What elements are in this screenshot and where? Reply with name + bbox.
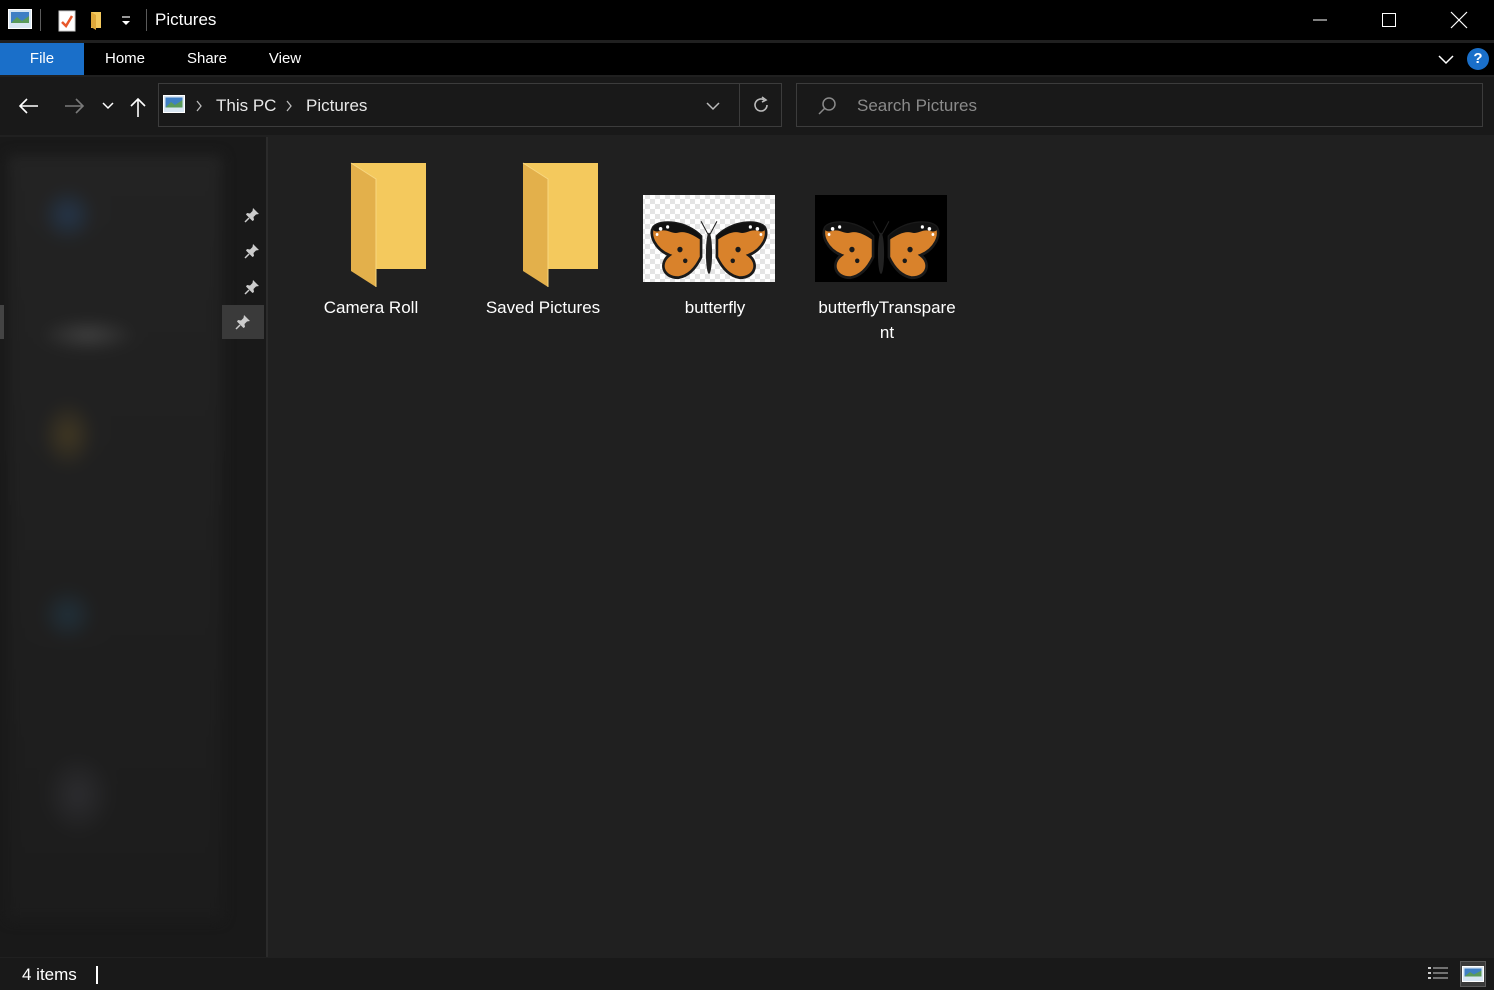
tab-share[interactable]: Share <box>175 43 239 75</box>
item-label: Camera Roll <box>323 298 419 317</box>
chevron-down-icon <box>102 102 114 110</box>
details-view-icon <box>1428 967 1448 979</box>
tab-view[interactable]: View <box>256 43 314 75</box>
details-view-button[interactable] <box>1425 961 1451 987</box>
minimize-button[interactable] <box>1285 0 1355 40</box>
toolbar-separator <box>146 9 147 31</box>
pin-icon[interactable] <box>240 275 264 299</box>
item-label: Saved Pictures <box>485 298 601 317</box>
pictures-app-icon[interactable] <box>8 9 32 29</box>
customize-dropdown-icon[interactable] <box>120 14 132 28</box>
address-divider <box>739 84 740 126</box>
new-folder-icon[interactable] <box>89 10 107 30</box>
tab-file[interactable]: File <box>0 43 84 75</box>
butterfly-thumbnail <box>812 159 962 287</box>
breadcrumb-this-pc[interactable]: This PC <box>216 96 276 116</box>
file-list[interactable]: Camera Roll Saved Pictures butterfly but… <box>268 137 1494 957</box>
minimize-icon <box>1313 19 1327 21</box>
forward-button[interactable] <box>59 93 89 119</box>
search-input[interactable]: Search Pictures <box>857 96 977 116</box>
recent-locations-button[interactable] <box>98 95 118 117</box>
file-item-butterfly-transparent[interactable]: butterflyTransparent <box>812 159 962 345</box>
pictures-location-icon <box>163 95 185 113</box>
ribbon-tabs: File Home Share View ? <box>0 43 1494 75</box>
pin-icon[interactable] <box>240 203 264 227</box>
refresh-button[interactable] <box>751 95 771 115</box>
breadcrumb-separator-icon[interactable] <box>285 100 293 112</box>
close-button[interactable] <box>1424 0 1494 40</box>
status-bar: 4 items <box>0 958 1494 990</box>
nav-selection-indicator <box>0 305 4 339</box>
title-bar: Pictures <box>0 0 1494 40</box>
window-title: Pictures <box>155 10 217 29</box>
pin-icon[interactable] <box>240 239 264 263</box>
breadcrumb-pictures[interactable]: Pictures <box>306 96 367 116</box>
large-icons-view-button[interactable] <box>1460 961 1486 987</box>
folder-icon <box>296 159 446 287</box>
address-history-button[interactable] <box>705 100 721 112</box>
search-icon <box>817 96 837 116</box>
expand-ribbon-button[interactable] <box>1436 51 1456 67</box>
large-icons-view-icon <box>1462 966 1484 982</box>
pin-icon[interactable] <box>222 305 264 339</box>
status-separator <box>96 966 98 984</box>
folder-item-camera-roll[interactable]: Camera Roll <box>296 159 446 320</box>
up-button[interactable] <box>127 93 149 121</box>
search-box[interactable]: Search Pictures <box>796 83 1483 127</box>
item-label: butterfly <box>684 298 746 317</box>
chevron-down-icon <box>1438 55 1454 65</box>
navigation-bar: This PC Pictures Search Pictures <box>0 77 1494 135</box>
item-label: butterflyTransparent <box>818 298 956 342</box>
navigation-pane[interactable] <box>0 137 266 957</box>
breadcrumb-separator-icon[interactable] <box>195 100 203 112</box>
item-count: 4 items <box>22 965 77 984</box>
file-item-butterfly[interactable]: butterfly <box>640 159 790 320</box>
close-icon <box>1450 11 1468 29</box>
refresh-icon <box>754 96 768 112</box>
toolbar-separator <box>40 9 41 31</box>
navigation-tree-blurred <box>8 155 222 920</box>
butterfly-thumbnail <box>640 159 790 287</box>
folder-item-saved-pictures[interactable]: Saved Pictures <box>468 159 618 320</box>
address-bar[interactable]: This PC Pictures <box>158 83 782 127</box>
tab-home[interactable]: Home <box>92 43 158 75</box>
maximize-button[interactable] <box>1354 0 1424 40</box>
maximize-icon <box>1382 13 1396 27</box>
back-button[interactable] <box>14 93 44 119</box>
up-arrow-icon <box>130 97 146 117</box>
chevron-down-icon <box>706 102 720 111</box>
properties-icon[interactable] <box>58 10 76 32</box>
folder-icon <box>468 159 618 287</box>
help-button[interactable]: ? <box>1467 48 1489 70</box>
back-arrow-icon <box>18 98 38 114</box>
forward-arrow-icon <box>65 98 85 114</box>
